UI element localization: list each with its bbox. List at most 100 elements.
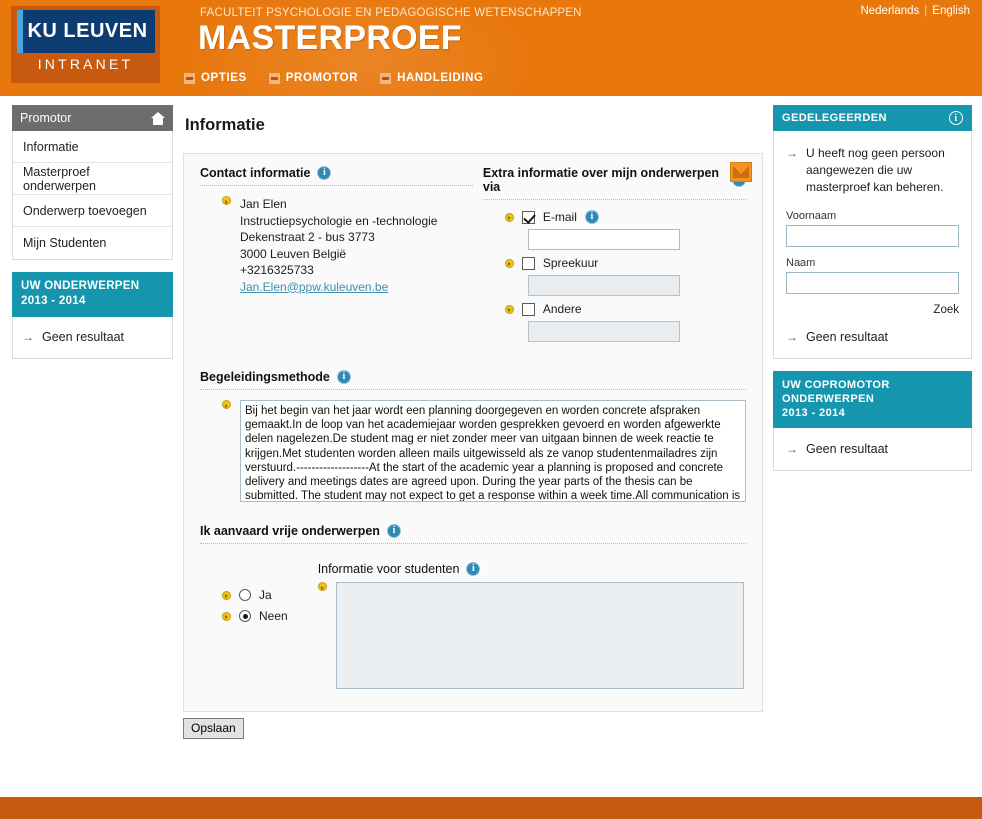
radio-label-ja: Ja <box>259 588 272 602</box>
save-button[interactable]: Opslaan <box>183 718 244 739</box>
free-topics-body: Ja Neen Informatie voor studenten i <box>200 554 746 689</box>
checkbox-label-email: E-mail <box>542 210 577 224</box>
extra-section-title: Extra informatie over mijn onderwerpen v… <box>482 166 746 200</box>
method-title-text: Begeleidingsmethode <box>200 370 330 384</box>
delegates-result-row: → Geen resultaat <box>786 330 959 344</box>
delegates-message: U heeft nog geen persoon aangewezen die … <box>806 146 945 194</box>
lang-link-english[interactable]: English <box>932 5 970 17</box>
main-nav: OPTIES PROMOTOR HANDLEIDING <box>184 72 484 84</box>
radio-neen[interactable] <box>239 610 251 622</box>
sidebar: Promotor Informatie Masterproef onderwer… <box>12 105 173 359</box>
extra-info-column: Extra informatie over mijn onderwerpen v… <box>482 166 746 348</box>
sidebar-box-uw-onderwerpen: UW ONDERWERPEN 2013 - 2014 → Geen result… <box>12 272 173 359</box>
lang-separator: | <box>924 5 928 17</box>
right-panel: GEDELEGEERDEN i → U heeft nog geen perso… <box>773 105 972 471</box>
begeleidingsmethode-textarea[interactable]: Bij het begin van het jaar wordt een pla… <box>240 400 746 502</box>
naam-input[interactable] <box>786 272 959 294</box>
arrow-right-icon: → <box>22 330 34 344</box>
contact-row: Jan Elen Instructiepsychologie en -techn… <box>200 196 473 295</box>
free-topics-section: Ik aanvaard vrije onderwerpen i Ja Neen … <box>200 524 746 689</box>
bullet-icon <box>222 400 231 409</box>
information-panel: Contact informatie i Jan Elen Instructie… <box>183 153 763 712</box>
sidebar-item-informatie[interactable]: Informatie <box>13 131 172 163</box>
contact-section-title: Contact informatie i <box>200 166 473 186</box>
app-title: MASTERPROEF <box>198 19 462 57</box>
nav-item-opties[interactable]: OPTIES <box>184 72 247 84</box>
sidebar-item-onderwerp-toevoegen[interactable]: Onderwerp toevoegen <box>13 195 172 227</box>
square-menu-icon <box>268 72 280 84</box>
contact-name: Jan Elen <box>240 197 287 211</box>
lang-link-nederlands[interactable]: Nederlands <box>860 5 919 17</box>
email-detail-input[interactable] <box>527 229 680 250</box>
bullet-icon <box>222 611 231 621</box>
info-icon[interactable]: i <box>949 111 963 125</box>
ku-leuven-logo[interactable]: KU LEUVEN INTRANET <box>11 6 160 83</box>
free-topics-title-text: Ik aanvaard vrije onderwerpen <box>200 524 380 538</box>
sidebar-box-result-row: → Geen resultaat <box>22 330 163 344</box>
copromotor-title-line2: 2013 - 2014 <box>782 407 846 419</box>
student-info-column: Informatie voor studenten i <box>317 562 744 689</box>
zoek-button[interactable]: Zoek <box>786 304 959 316</box>
sidebar-box-body: → Geen resultaat <box>12 317 173 359</box>
square-menu-icon <box>184 72 195 84</box>
sidebar-box-title-line2: 2013 - 2014 <box>21 295 86 307</box>
nav-label-handleiding: HANDLEIDING <box>397 72 484 84</box>
info-icon[interactable]: i <box>317 166 332 180</box>
option-row-andere: Andere <box>483 302 746 316</box>
top-columns: Contact informatie i Jan Elen Instructie… <box>200 166 746 348</box>
nav-item-handleiding[interactable]: HANDLEIDING <box>380 72 483 84</box>
radio-label-neen: Neen <box>259 609 288 623</box>
contact-email-link[interactable]: Jan.Elen@ppw.kuleuven.be <box>240 280 388 294</box>
copromotor-title-line1: UW COPROMOTOR ONDERWERPEN <box>782 379 890 405</box>
copromotor-header: UW COPROMOTOR ONDERWERPEN 2013 - 2014 <box>773 371 972 428</box>
arrow-right-icon: → <box>786 442 798 456</box>
page-title: Informatie <box>185 116 265 134</box>
voornaam-input[interactable] <box>786 225 959 247</box>
free-topics-section-title: Ik aanvaard vrije onderwerpen i <box>200 524 746 544</box>
nav-label-opties: OPTIES <box>201 72 247 84</box>
checkbox-email[interactable] <box>521 210 535 224</box>
sidebar-item-mijn-studenten[interactable]: Mijn Studenten <box>13 227 172 259</box>
info-icon[interactable]: i <box>386 524 401 538</box>
sidebar-item-masterproef-onderwerpen[interactable]: Masterproef onderwerpen <box>13 163 172 195</box>
logo-badge: KU LEUVEN <box>17 10 155 53</box>
contact-city: 3000 Leuven België <box>240 246 347 261</box>
bullet-icon <box>504 258 514 268</box>
delegates-body: → U heeft nog geen persoon aangewezen di… <box>773 131 972 359</box>
copromotor-result-text: Geen resultaat <box>806 442 888 456</box>
contact-phone: +3216325733 <box>240 263 314 277</box>
faculty-name: FACULTEIT PSYCHOLOGIE EN PEDAGOGISCHE WE… <box>200 7 582 19</box>
nav-item-promotor[interactable]: PROMOTOR <box>268 72 359 84</box>
andere-detail-input <box>527 321 680 342</box>
bullet-icon <box>222 590 231 600</box>
contact-department: Instructiepsychologie en -technologie <box>240 213 438 228</box>
method-section-title: Begeleidingsmethode i <box>200 370 746 390</box>
arrow-right-icon: → <box>786 330 798 344</box>
contact-column: Contact informatie i Jan Elen Instructie… <box>200 166 473 348</box>
checkbox-label-andere: Andere <box>542 302 582 316</box>
sidebar-header: Promotor <box>12 105 173 131</box>
sidebar-menu: Informatie Masterproef onderwerpen Onder… <box>12 131 173 260</box>
voornaam-label: Voornaam <box>786 210 837 222</box>
info-icon[interactable]: i <box>336 370 351 384</box>
sidebar-box-title-line1: UW ONDERWERPEN <box>21 280 140 292</box>
radio-ja[interactable] <box>239 589 251 601</box>
bullet-icon <box>504 304 514 314</box>
radio-row-neen: Neen <box>222 609 288 623</box>
option-row-email: E-mail i <box>483 210 746 224</box>
radio-row-ja: Ja <box>222 588 288 602</box>
sidebar-box-result-text: Geen resultaat <box>42 330 124 344</box>
delegates-header: GEDELEGEERDEN i <box>773 105 972 131</box>
contact-street: Dekenstraat 2 - bus 3773 <box>240 230 375 244</box>
option-row-spreekuur: Spreekuur <box>483 256 746 270</box>
copromotor-result-row: → Geen resultaat <box>786 442 959 456</box>
checkbox-andere[interactable] <box>521 302 535 316</box>
home-icon[interactable] <box>151 111 165 125</box>
info-icon[interactable]: i <box>466 562 481 576</box>
square-menu-icon <box>380 72 392 84</box>
delegates-result-text: Geen resultaat <box>806 330 888 344</box>
info-icon[interactable]: i <box>584 210 599 224</box>
envelope-icon[interactable] <box>730 162 752 182</box>
nav-label-promotor: PROMOTOR <box>285 72 359 84</box>
checkbox-spreekuur[interactable] <box>521 256 535 270</box>
